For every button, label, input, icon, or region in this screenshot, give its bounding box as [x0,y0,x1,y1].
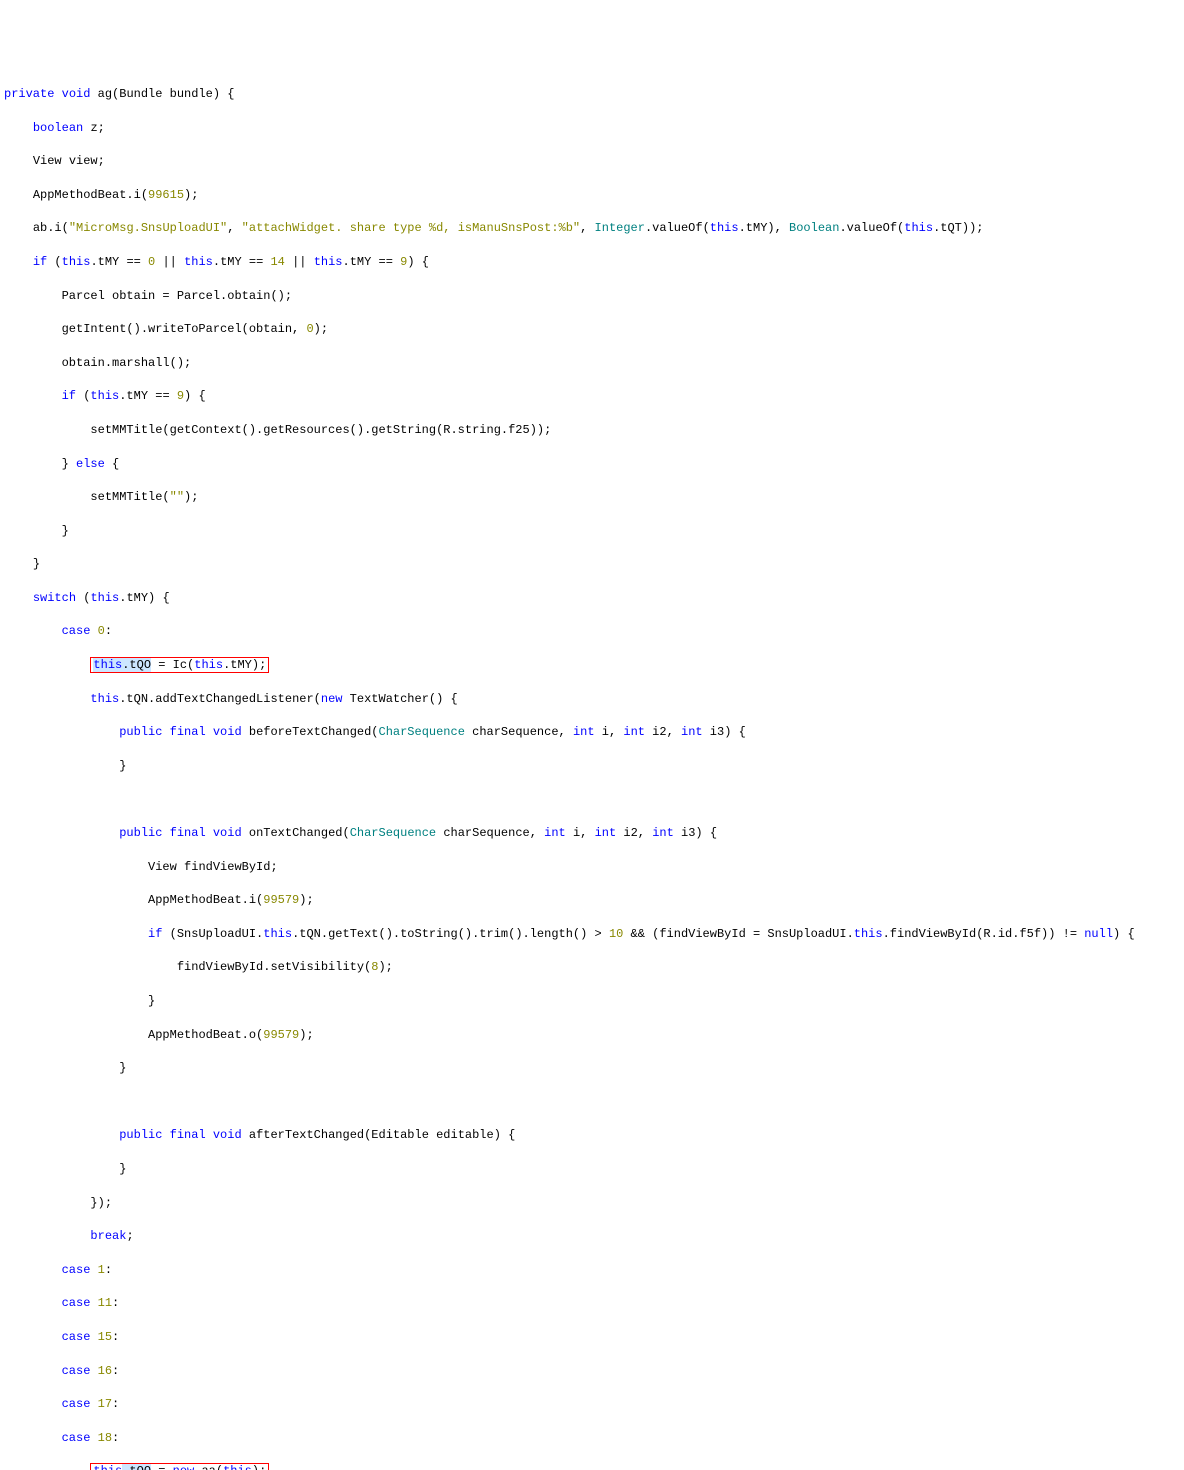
code-line: case 11: [4,1295,1180,1312]
code-line: break; [4,1228,1180,1245]
code-line: } [4,993,1180,1010]
code-line: setMMTitle(""); [4,489,1180,506]
code-line: case 1: [4,1262,1180,1279]
code-line: public final void onTextChanged(CharSequ… [4,825,1180,842]
code-line: } else { [4,456,1180,473]
code-line: Parcel obtain = Parcel.obtain(); [4,288,1180,305]
code-line: private void ag(Bundle bundle) { [4,86,1180,103]
code-viewer[interactable]: private void ag(Bundle bundle) { boolean… [4,69,1180,1470]
highlighted-assignment: this.tQO = Ic(this.tMY); [90,657,269,673]
code-line: } [4,523,1180,540]
code-line: View view; [4,153,1180,170]
code-line: if (this.tMY == 9) { [4,388,1180,405]
highlighted-assignment: this.tQO = new aa(this); [90,1463,269,1470]
code-line: this.tQN.addTextChangedListener(new Text… [4,691,1180,708]
code-line: if (SnsUploadUI.this.tQN.getText().toStr… [4,926,1180,943]
code-line: } [4,1161,1180,1178]
code-line: public final void afterTextChanged(Edita… [4,1127,1180,1144]
code-line: public final void beforeTextChanged(Char… [4,724,1180,741]
code-line: setMMTitle(getContext().getResources().g… [4,422,1180,439]
code-line: AppMethodBeat.o(99579); [4,1027,1180,1044]
code-line: boolean z; [4,120,1180,137]
code-line: } [4,556,1180,573]
code-line [4,1094,1180,1111]
code-line [4,791,1180,808]
code-line: this.tQO = new aa(this); [4,1463,1180,1470]
code-line: } [4,758,1180,775]
code-line: }); [4,1195,1180,1212]
code-line: case 18: [4,1430,1180,1447]
code-line: } [4,1060,1180,1077]
code-line: ab.i("MicroMsg.SnsUploadUI", "attachWidg… [4,220,1180,237]
code-line: findViewById.setVisibility(8); [4,959,1180,976]
code-line: case 0: [4,623,1180,640]
code-line: obtain.marshall(); [4,355,1180,372]
code-line: AppMethodBeat.i(99579); [4,892,1180,909]
code-line: View findViewById; [4,859,1180,876]
code-line: this.tQO = Ic(this.tMY); [4,657,1180,674]
code-line: if (this.tMY == 0 || this.tMY == 14 || t… [4,254,1180,271]
code-line: case 17: [4,1396,1180,1413]
code-line: AppMethodBeat.i(99615); [4,187,1180,204]
code-line: switch (this.tMY) { [4,590,1180,607]
code-line: case 16: [4,1363,1180,1380]
code-line: case 15: [4,1329,1180,1346]
code-line: getIntent().writeToParcel(obtain, 0); [4,321,1180,338]
